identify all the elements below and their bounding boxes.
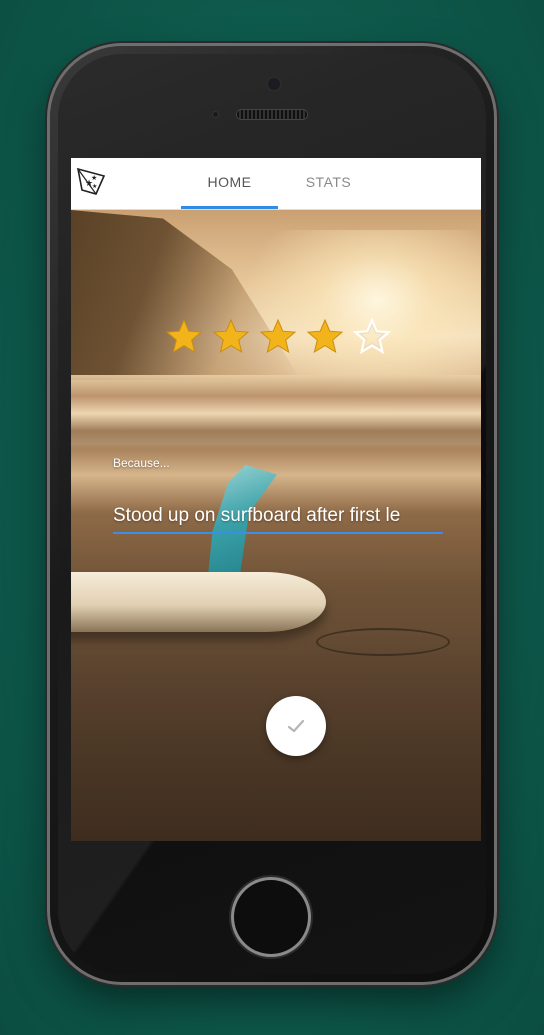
star-filled-icon[interactable] xyxy=(259,318,297,356)
proximity-sensor xyxy=(212,111,219,118)
star-filled-icon[interactable] xyxy=(212,318,250,356)
tab-home[interactable]: HOME xyxy=(181,158,278,209)
reason-input[interactable] xyxy=(113,500,443,534)
top-nav-bar: ★ ★ ★ HOME STATS xyxy=(71,158,481,210)
star-empty-icon[interactable] xyxy=(353,318,391,356)
earpiece-speaker xyxy=(236,109,308,120)
svg-text:★: ★ xyxy=(91,174,97,182)
check-icon xyxy=(287,719,305,733)
tab-stats[interactable]: STATS xyxy=(280,158,377,209)
star-rating xyxy=(165,318,395,358)
svg-text:★: ★ xyxy=(92,183,97,190)
app-screen: ★ ★ ★ HOME STATS Because... xyxy=(71,158,481,841)
surfboard xyxy=(71,572,326,632)
hero-background-image: Because... xyxy=(71,210,481,841)
submit-button[interactable] xyxy=(266,696,326,756)
star-filled-icon[interactable] xyxy=(165,318,203,356)
star-filled-icon[interactable] xyxy=(306,318,344,356)
front-camera xyxy=(266,76,282,92)
power-button xyxy=(494,264,499,330)
app-logo-icon: ★ ★ ★ xyxy=(76,167,106,195)
reason-label: Because... xyxy=(113,456,170,470)
home-button xyxy=(234,880,308,954)
active-tab-indicator xyxy=(181,206,278,209)
